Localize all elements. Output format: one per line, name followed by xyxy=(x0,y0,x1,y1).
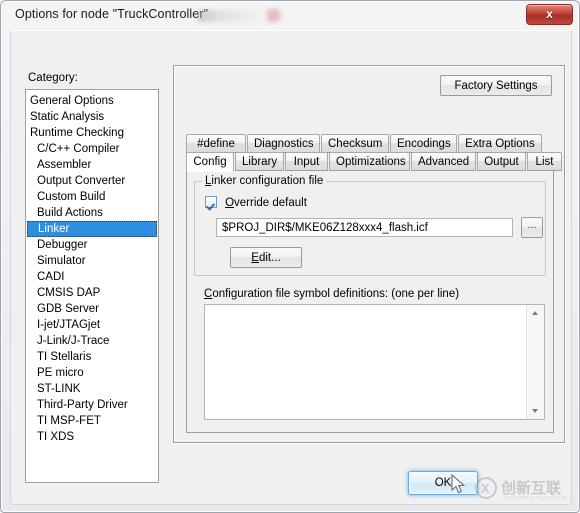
tab-optimizations[interactable]: Optimizations xyxy=(329,152,410,171)
symbols-box xyxy=(204,304,545,420)
blurred-title-badge xyxy=(267,9,280,22)
symbols-textarea[interactable] xyxy=(205,305,527,419)
tab-row-bottom: Config Library Input Optimizations Advanced O… xyxy=(186,152,563,172)
window-title: Options for node "TruckController" xyxy=(15,7,209,21)
category-item-ti-stellaris[interactable]: TI Stellaris xyxy=(26,349,158,365)
category-item-st-link[interactable]: ST-LINK xyxy=(26,381,158,397)
close-button[interactable]: x xyxy=(526,4,573,25)
tab-advanced[interactable]: Advanced xyxy=(411,152,476,171)
close-icon: x xyxy=(546,7,553,21)
override-default-row[interactable]: Override default xyxy=(205,196,307,211)
category-item-debugger[interactable]: Debugger xyxy=(26,237,158,253)
edit-label-rest: dit... xyxy=(258,251,281,264)
options-panel: Factory Settings #define Diagnostics Check… xyxy=(173,65,565,443)
tab-extra-options[interactable]: Extra Options xyxy=(458,134,542,153)
tab-define[interactable]: #define xyxy=(186,134,246,153)
category-item-assembler[interactable]: Assembler xyxy=(26,157,158,173)
category-item-general-options[interactable]: General Options xyxy=(26,93,158,109)
tab-library[interactable]: Library xyxy=(235,152,284,171)
factory-settings-button[interactable]: Factory Settings xyxy=(440,75,552,96)
category-item-output-converter[interactable]: Output Converter xyxy=(26,173,158,189)
category-item-linker[interactable]: Linker xyxy=(27,221,157,237)
tab-output[interactable]: Output xyxy=(477,152,526,171)
category-item-static-analysis[interactable]: Static Analysis xyxy=(26,109,158,125)
category-list[interactable]: General Options Static Analysis Runtime Ch… xyxy=(25,89,159,483)
category-label: Category: xyxy=(28,72,78,84)
category-item-cadi[interactable]: CADI xyxy=(26,269,158,285)
override-default-checkbox[interactable] xyxy=(205,196,217,208)
scroll-down-icon[interactable] xyxy=(527,403,544,419)
symbols-label: Configuration file symbol definitions: (… xyxy=(204,288,460,300)
override-label-rest: verride default xyxy=(234,197,307,209)
category-item-cmsis-dap[interactable]: CMSIS DAP xyxy=(26,285,158,301)
title-bar: Options for node "TruckController" x xyxy=(1,1,580,31)
category-item-c-c-compiler[interactable]: C/C++ Compiler xyxy=(26,141,158,157)
tab-input[interactable]: Input xyxy=(285,152,328,171)
category-item-ti-xds[interactable]: TI XDS xyxy=(26,429,158,445)
linker-config-path-input[interactable] xyxy=(216,218,513,237)
options-dialog: Options for node "TruckController" x Cat… xyxy=(0,0,580,513)
group-title: Linker configuration file xyxy=(202,175,327,187)
tab-row-top: #define Diagnostics Checksum Encodings Extra… xyxy=(186,134,543,153)
tab-config[interactable]: Config xyxy=(186,152,234,172)
tab-diagnostics[interactable]: Diagnostics xyxy=(247,134,320,153)
category-item-i-jet-jtagjet[interactable]: I-jet/JTAGjet xyxy=(26,317,158,333)
override-default-label[interactable]: Override default xyxy=(225,197,307,209)
category-item-gdb-server[interactable]: GDB Server xyxy=(26,301,158,317)
symbols-scrollbar[interactable] xyxy=(526,305,544,419)
symbols-label-rest: onfiguration file symbol definitions: (o… xyxy=(212,288,460,300)
tab-strip: #define Diagnostics Checksum Encodings Extra… xyxy=(186,134,562,172)
category-item-runtime-checking[interactable]: Runtime Checking xyxy=(26,125,158,141)
category-item-simulator[interactable]: Simulator xyxy=(26,253,158,269)
edit-button[interactable]: Edit... xyxy=(230,247,302,268)
category-item-build-actions[interactable]: Build Actions xyxy=(26,205,158,221)
config-tab-page: Linker configuration file Override defau… xyxy=(186,171,554,433)
category-item-ti-msp-fet[interactable]: TI MSP-FET xyxy=(26,413,158,429)
ok-button[interactable]: OK xyxy=(408,471,478,495)
browse-button[interactable]: ... xyxy=(521,217,543,238)
group-title-rest: inker configuration file xyxy=(211,175,324,187)
category-item-pe-micro[interactable]: PE micro xyxy=(26,365,158,381)
tab-checksum[interactable]: Checksum xyxy=(321,134,389,153)
blurred-title-suffix xyxy=(198,10,260,22)
tab-list[interactable]: List xyxy=(527,152,562,171)
tab-encodings[interactable]: Encodings xyxy=(390,134,457,153)
category-item-custom-build[interactable]: Custom Build xyxy=(26,189,158,205)
category-item-third-party-driver[interactable]: Third-Party Driver xyxy=(26,397,158,413)
scroll-up-icon[interactable] xyxy=(527,305,544,321)
category-item-j-link-j-trace[interactable]: J-Link/J-Trace xyxy=(26,333,158,349)
linker-configuration-group: Linker configuration file Override defau… xyxy=(194,175,546,276)
